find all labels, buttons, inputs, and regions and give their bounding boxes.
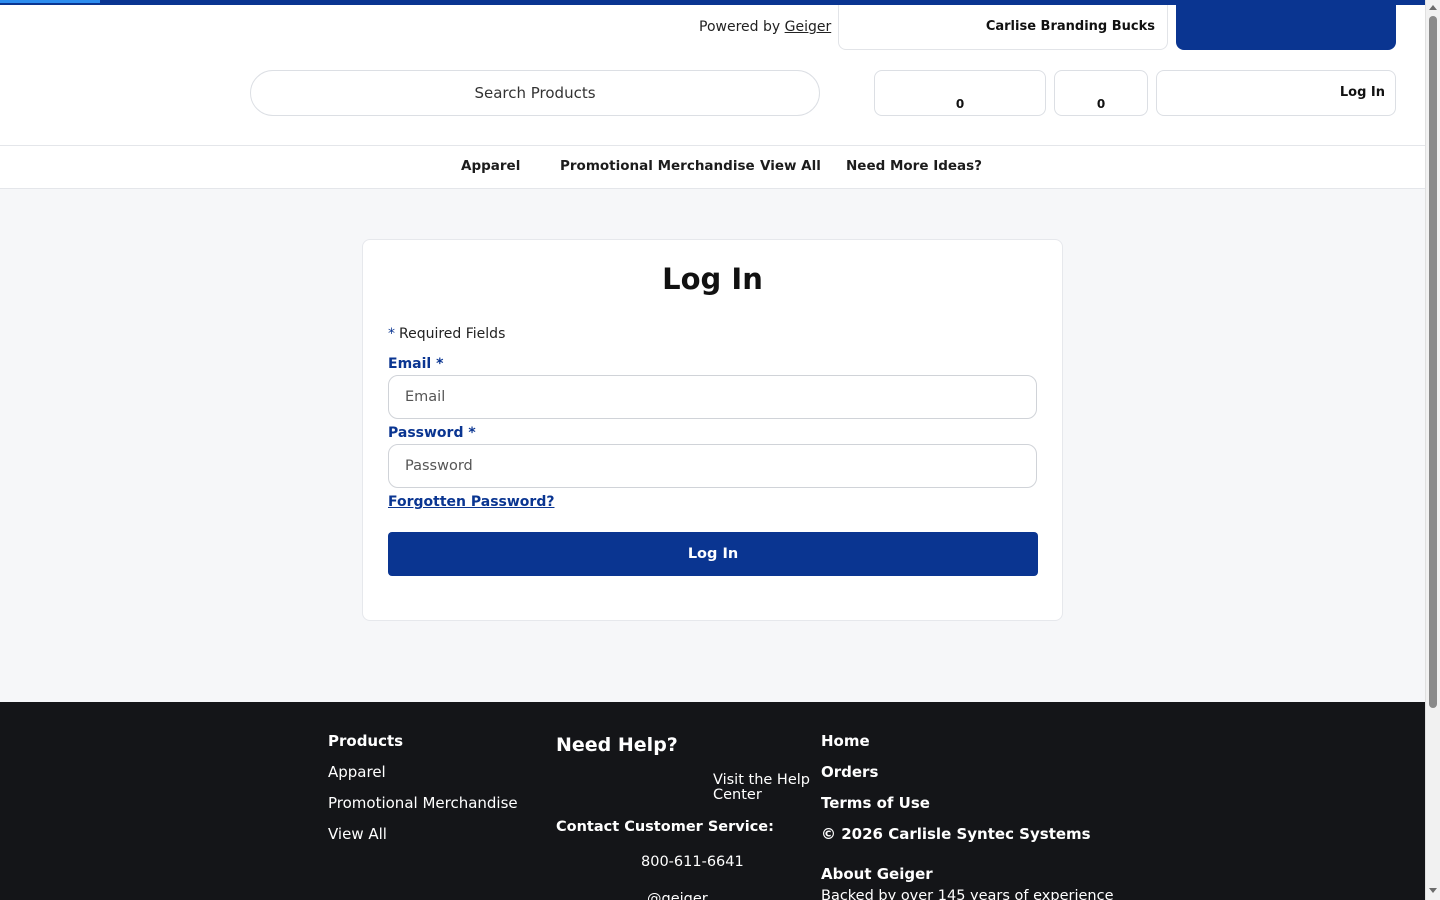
login-submit-button[interactable]: Log In xyxy=(388,532,1038,576)
about-text: Backed by over 145 years of experience xyxy=(821,888,1114,900)
footer-products-heading: Products xyxy=(328,732,404,750)
nav-item-apparel[interactable]: Apparel xyxy=(461,158,520,174)
required-star: * xyxy=(388,326,395,342)
login-card: Log In *Required Fields Email * Password… xyxy=(362,239,1063,621)
page-title: Log In xyxy=(662,262,763,296)
footer-link-promotional-merchandise[interactable]: Promotional Merchandise xyxy=(328,794,518,812)
help-center-link[interactable]: Visit the Help Center xyxy=(713,773,810,803)
footer-link-orders[interactable]: Orders xyxy=(821,763,878,781)
powered-by-prefix: Powered by xyxy=(699,19,781,35)
scroll-up-icon[interactable] xyxy=(1429,5,1437,10)
loading-progress-bar xyxy=(0,0,100,3)
contact-heading: Contact Customer Service: xyxy=(556,819,774,835)
wishlist-counter-button[interactable]: 0 xyxy=(874,70,1046,116)
header-login-button[interactable]: Log In xyxy=(1156,70,1396,116)
footer-help-heading: Need Help? xyxy=(556,734,678,756)
branding-bucks-widget[interactable]: Carlise Branding Bucks xyxy=(838,5,1168,50)
footer-link-home[interactable]: Home xyxy=(821,732,870,750)
search-placeholder: Search Products xyxy=(474,84,596,102)
main-nav: Apparel Promotional Merchandise View All… xyxy=(0,145,1425,189)
header-action-button[interactable] xyxy=(1176,5,1396,50)
nav-item-need-more-ideas[interactable]: Need More Ideas? xyxy=(846,158,982,174)
branding-bucks-label: Carlise Branding Bucks xyxy=(985,19,1155,34)
scroll-down-icon[interactable] xyxy=(1429,888,1437,893)
scroll-thumb[interactable] xyxy=(1429,16,1437,708)
geiger-link[interactable]: Geiger xyxy=(785,19,832,35)
forgotten-password-link[interactable]: Forgotten Password? xyxy=(388,494,554,510)
footer-link-view-all[interactable]: View All xyxy=(328,825,387,843)
email-field[interactable] xyxy=(388,375,1037,419)
cart-counter-button[interactable]: 0 xyxy=(1054,70,1148,116)
wishlist-count: 0 xyxy=(955,97,965,111)
email-label: Email * xyxy=(388,356,444,372)
nav-item-view-all[interactable]: View All xyxy=(760,158,821,174)
help-center-line2: Center xyxy=(713,787,762,803)
about-heading: About Geiger xyxy=(821,865,933,883)
nav-item-promotional-merchandise[interactable]: Promotional Merchandise xyxy=(560,158,755,174)
copyright: © 2026 Carlisle Syntec Systems xyxy=(821,825,1091,843)
header-login-label: Log In xyxy=(1339,85,1385,100)
site-footer: Products Apparel Promotional Merchandise… xyxy=(0,702,1425,900)
powered-by: Powered by Geiger xyxy=(699,19,831,35)
cart-count: 0 xyxy=(1096,97,1106,111)
site-header: Powered by Geiger Carlise Branding Bucks… xyxy=(0,5,1425,145)
page-scrollbar[interactable] xyxy=(1425,0,1440,900)
required-fields-text: Required Fields xyxy=(399,326,506,342)
search-input[interactable]: Search Products xyxy=(250,70,820,116)
footer-link-terms[interactable]: Terms of Use xyxy=(821,794,930,812)
footer-link-apparel[interactable]: Apparel xyxy=(328,763,386,781)
phone-link[interactable]: 800-611-6641 xyxy=(641,854,744,870)
password-field[interactable] xyxy=(388,444,1037,488)
help-center-line1: Visit the Help xyxy=(713,772,810,788)
email-link[interactable]: @geiger xyxy=(647,891,708,900)
required-fields-note: * Required Fields xyxy=(388,326,505,342)
password-label: Password * xyxy=(388,425,476,441)
